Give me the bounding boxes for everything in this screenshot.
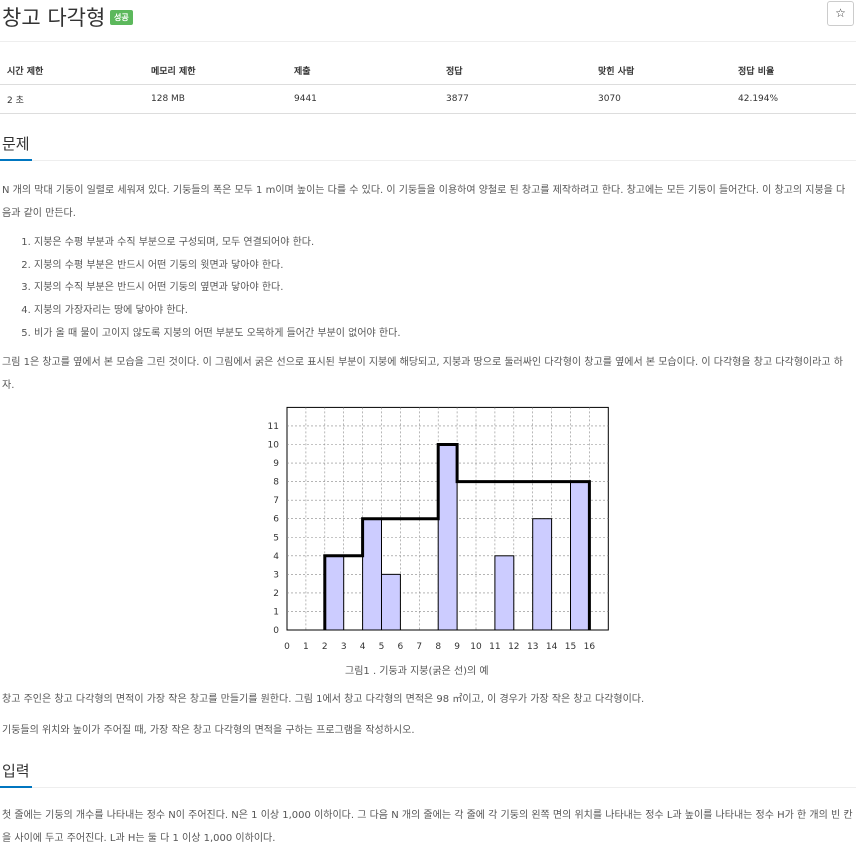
page-title: 창고 다각형 <box>2 6 106 30</box>
star-button[interactable]: ☆ <box>827 1 854 26</box>
x-tick-label: 3 <box>341 642 347 652</box>
problem-heading: 문제 <box>2 135 30 153</box>
x-tick-label: 12 <box>508 642 519 652</box>
rule-item: 비가 올 때 물이 고이지 않도록 지붕의 어떤 부분도 오목하게 들어간 부분… <box>34 325 401 348</box>
y-tick-label: 5 <box>273 533 279 543</box>
x-tick-label: 14 <box>546 642 558 652</box>
problem-info-table: 시간 제한 메모리 제한 제출 정답 맞힌 사람 정답 비율 2 초 128 M… <box>0 56 856 114</box>
value-time-limit: 2 초 <box>0 84 144 114</box>
roof-rules-list: 지붕은 수평 부분과 수직 부분으로 구성되며, 모두 연결되어야 한다. 지붕… <box>0 234 401 347</box>
star-icon: ☆ <box>835 6 846 20</box>
input-heading-underline <box>0 786 32 788</box>
pillar-bar <box>437 444 458 631</box>
x-tick-label: 16 <box>584 642 596 652</box>
x-tick-label: 6 <box>398 642 404 652</box>
x-tick-label: 0 <box>284 642 290 652</box>
x-tick-label: 5 <box>379 642 385 652</box>
rule-item: 지붕의 가장자리는 땅에 닿아야 한다. <box>34 302 401 325</box>
title-row: 창고 다각형 성공 ☆ <box>0 0 856 40</box>
value-accepted: 3877 <box>439 84 591 114</box>
y-tick-label: 3 <box>273 570 279 580</box>
x-tick-label: 4 <box>360 642 366 652</box>
header-submissions: 제출 <box>287 56 439 85</box>
y-tick-label: 11 <box>268 422 279 432</box>
y-tick-label: 6 <box>273 515 279 525</box>
y-tick-label: 9 <box>273 459 279 469</box>
info-value-row: 2 초 128 MB 9441 3877 3070 42.194% <box>0 84 856 114</box>
header-accept-ratio: 정답 비율 <box>731 56 856 85</box>
input-description: 첫 줄에는 기둥의 개수를 나타내는 정수 N이 주어진다. N은 1 이상 1… <box>2 810 853 844</box>
problem-heading-rule <box>0 160 856 161</box>
value-memory-limit: 128 MB <box>144 84 287 114</box>
pillar-bar <box>381 573 401 631</box>
value-accept-ratio: 42.194% <box>731 84 856 114</box>
pillar-bar <box>362 518 382 631</box>
pillar-bar <box>494 555 515 631</box>
area-paragraph: 창고 주인은 창고 다각형의 면적이 가장 작은 창고를 만들기를 원한다. 그… <box>2 694 645 705</box>
y-tick-label: 10 <box>268 441 280 451</box>
value-solved-users: 3070 <box>591 84 731 114</box>
title-divider <box>0 41 856 42</box>
y-tick-label: 1 <box>273 607 279 617</box>
x-tick-label: 15 <box>565 642 576 652</box>
figure-description: 그림 1은 창고를 옆에서 본 모습을 그린 것이다. 이 그림에서 굵은 선으… <box>2 357 843 391</box>
rule-item: 지붕의 수직 부분은 반드시 어떤 기둥의 옆면과 닿아야 한다. <box>34 279 401 302</box>
problem-heading-underline <box>0 159 32 161</box>
input-heading: 입력 <box>2 762 30 780</box>
x-tick-label: 7 <box>416 642 422 652</box>
status-badge: 성공 <box>110 10 133 25</box>
pillar-bar <box>570 481 590 631</box>
figure-caption: 그림1 . 기둥과 지붕(굵은 선)의 예 <box>345 666 489 677</box>
x-tick-label: 1 <box>303 642 309 652</box>
pillar-bar <box>532 518 553 631</box>
rule-item: 지붕의 수평 부분은 반드시 어떤 기둥의 윗면과 닿아야 한다. <box>34 257 401 280</box>
x-tick-label: 13 <box>527 642 538 652</box>
y-tick-label: 7 <box>273 496 279 506</box>
header-time-limit: 시간 제한 <box>0 56 144 85</box>
y-tick-label: 4 <box>273 552 279 562</box>
pillar-bar <box>324 555 345 631</box>
task-paragraph: 기둥들의 위치와 높이가 주어질 때, 가장 작은 창고 다각형의 면적을 구하… <box>2 725 415 736</box>
y-tick-label: 0 <box>273 626 279 636</box>
y-tick-label: 2 <box>273 589 279 599</box>
pillar-roof-figure: 0 1 2 3 4 5 6 7 8 9 10 11 12 13 14 15 1601234567891011 <box>268 406 609 652</box>
rule-item: 지붕은 수평 부분과 수직 부분으로 구성되며, 모두 연결되어야 한다. <box>34 234 401 257</box>
x-tick-label: 11 <box>489 642 500 652</box>
problem-intro: N 개의 막대 기둥이 일렬로 세워져 있다. 기둥들의 폭은 모두 1 m이며… <box>2 185 846 219</box>
header-accepted: 정답 <box>439 56 591 85</box>
x-tick-label: 8 <box>435 642 441 652</box>
x-tick-label: 2 <box>322 642 328 652</box>
header-solved-users: 맞힌 사람 <box>591 56 731 85</box>
x-tick-label: 9 <box>454 642 460 652</box>
info-header-row: 시간 제한 메모리 제한 제출 정답 맞힌 사람 정답 비율 <box>0 56 856 85</box>
header-memory-limit: 메모리 제한 <box>144 56 287 85</box>
x-tick-label: 10 <box>470 642 482 652</box>
y-tick-label: 8 <box>273 478 279 488</box>
value-submissions: 9441 <box>287 84 439 114</box>
input-heading-rule <box>0 787 856 788</box>
